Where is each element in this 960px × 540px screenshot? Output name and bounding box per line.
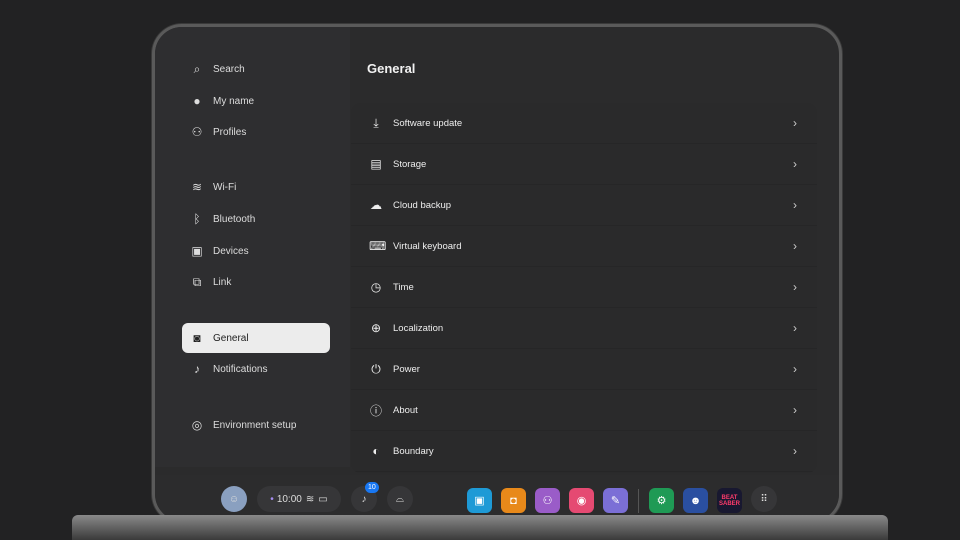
sidebar-item-label: Wi-Fi — [213, 181, 237, 193]
app-library-button[interactable]: ⠿ — [751, 486, 777, 512]
setting-label: Cloud backup — [393, 199, 452, 211]
clock-time: 10:00 — [276, 493, 302, 505]
sidebar-item-label: General — [213, 332, 249, 344]
chevron-right-icon: › — [793, 157, 797, 171]
chevron-right-icon: › — [793, 239, 797, 253]
keyboard-icon: ⌨ — [369, 239, 387, 253]
download-icon: ⤓ — [373, 115, 379, 130]
info-icon: ⓘ — [369, 403, 382, 418]
bluetooth-icon: ᛒ — [193, 212, 201, 226]
app-game[interactable]: ☻ — [683, 488, 708, 513]
app-shop[interactable]: ◘ — [501, 488, 526, 513]
setting-power[interactable]: ⏻ Power › — [351, 349, 817, 390]
sidebar: ⌕ Search ● My name ⚇ Profiles ≋ Wi-Fi ᛒ Bluet… — [155, 27, 350, 467]
setting-label: Power — [393, 363, 420, 375]
sidebar-item-label: Profiles — [213, 126, 247, 138]
app-camera[interactable]: ◉ — [569, 488, 594, 513]
sidebar-item-general[interactable]: ◙ General — [182, 323, 330, 353]
headset-icon: ◙ — [193, 331, 201, 345]
chevron-right-icon: › — [793, 280, 797, 294]
setting-storage[interactable]: ▤ Storage › — [351, 144, 817, 185]
wifi-icon: ≋ — [191, 180, 203, 194]
wifi-icon: ≋ — [305, 493, 315, 505]
setting-about[interactable]: ⓘ About › — [351, 390, 817, 431]
sidebar-item-search[interactable]: ⌕ Search — [182, 54, 330, 84]
setting-localization[interactable]: ⊕ Localization › — [351, 308, 817, 349]
profiles-icon: ⚇ — [191, 125, 203, 139]
quick-settings-button[interactable]: ⌓ — [387, 486, 413, 512]
app-beat-saber[interactable]: BEAT SABER — [717, 488, 742, 513]
setting-label: Storage — [393, 158, 427, 170]
setting-label: Virtual keyboard — [393, 240, 462, 252]
user-icon: ● — [193, 94, 201, 108]
setting-virtual-keyboard[interactable]: ⌨ Virtual keyboard › — [351, 226, 817, 267]
app-explore[interactable]: ✎ — [603, 488, 628, 513]
power-icon: ⏻ — [371, 361, 381, 376]
environment-icon: ◎ — [191, 418, 203, 432]
devices-icon: ▣ — [191, 244, 203, 258]
status-pill[interactable]: • 10:00 ≋ ▭ — [257, 486, 341, 512]
setting-label: Software update — [393, 117, 463, 129]
setting-label: About — [393, 404, 418, 416]
sidebar-item-environment-setup[interactable]: ◎ Environment setup — [182, 410, 330, 440]
globe-icon: ⊕ — [370, 321, 382, 335]
storage-icon: ▤ — [370, 157, 382, 171]
page-title: General — [367, 61, 416, 76]
app-store[interactable]: ▣ — [467, 488, 492, 513]
chevron-right-icon: › — [793, 362, 797, 376]
setting-boundary[interactable]: ◐ Boundary › — [351, 431, 817, 472]
sidebar-item-bluetooth[interactable]: ᛒ Bluetooth — [182, 204, 330, 234]
setting-software-update[interactable]: ⤓ Software update › — [351, 103, 817, 144]
sidebar-item-link[interactable]: ⧉ Link — [182, 267, 330, 297]
headset-icon: ⌓ — [396, 493, 404, 505]
notification-badge: 10 — [365, 482, 379, 493]
status-dot-icon: • — [270, 493, 274, 505]
grid-icon: ⠿ — [760, 493, 768, 505]
settings-window: ⌕ Search ● My name ⚇ Profiles ≋ Wi-Fi ᛒ Bluet… — [152, 24, 842, 524]
boundary-icon: ◐ — [372, 444, 380, 458]
settings-list: ⤓ Software update › ▤ Storage › ☁ Cloud backu… — [351, 103, 817, 473]
setting-label: Localization — [393, 322, 444, 334]
cloud-icon: ☁ — [370, 198, 382, 212]
sidebar-item-label: Devices — [213, 245, 249, 257]
chevron-right-icon: › — [793, 198, 797, 212]
setting-cloud-backup[interactable]: ☁ Cloud backup › — [351, 185, 817, 226]
app-people[interactable]: ⚇ — [535, 488, 560, 513]
chevron-right-icon: › — [793, 403, 797, 417]
chevron-right-icon: › — [793, 116, 797, 130]
chevron-right-icon: › — [793, 321, 797, 335]
app-settings[interactable]: ⚙ — [649, 488, 674, 513]
sidebar-item-label: Search — [213, 63, 245, 75]
sidebar-item-label: Bluetooth — [213, 213, 256, 225]
sidebar-item-label: My name — [213, 95, 255, 107]
sidebar-item-notifications[interactable]: ♪ Notifications — [182, 354, 330, 384]
sidebar-item-devices[interactable]: ▣ Devices — [182, 236, 330, 266]
bell-icon: ♪ — [361, 493, 367, 505]
sidebar-item-label: Link — [213, 276, 232, 288]
sidebar-item-wifi[interactable]: ≋ Wi-Fi — [182, 172, 330, 202]
sidebar-item-label: Notifications — [213, 363, 268, 375]
dock-divider — [638, 489, 639, 513]
device-base — [72, 515, 888, 540]
clock-icon: ◷ — [370, 280, 382, 294]
search-icon: ⌕ — [193, 61, 201, 76]
sidebar-item-my-name[interactable]: ● My name — [182, 86, 330, 116]
chevron-right-icon: › — [793, 444, 797, 458]
sidebar-item-label: Environment setup — [213, 419, 297, 431]
avatar[interactable]: ☺ — [221, 486, 247, 512]
sidebar-item-profiles[interactable]: ⚇ Profiles — [182, 117, 330, 147]
bell-icon: ♪ — [194, 362, 200, 376]
setting-label: Boundary — [393, 445, 434, 457]
link-icon: ⧉ — [192, 274, 202, 289]
battery-icon: ▭ — [318, 493, 328, 505]
setting-time[interactable]: ◷ Time › — [351, 267, 817, 308]
setting-label: Time — [393, 281, 414, 293]
